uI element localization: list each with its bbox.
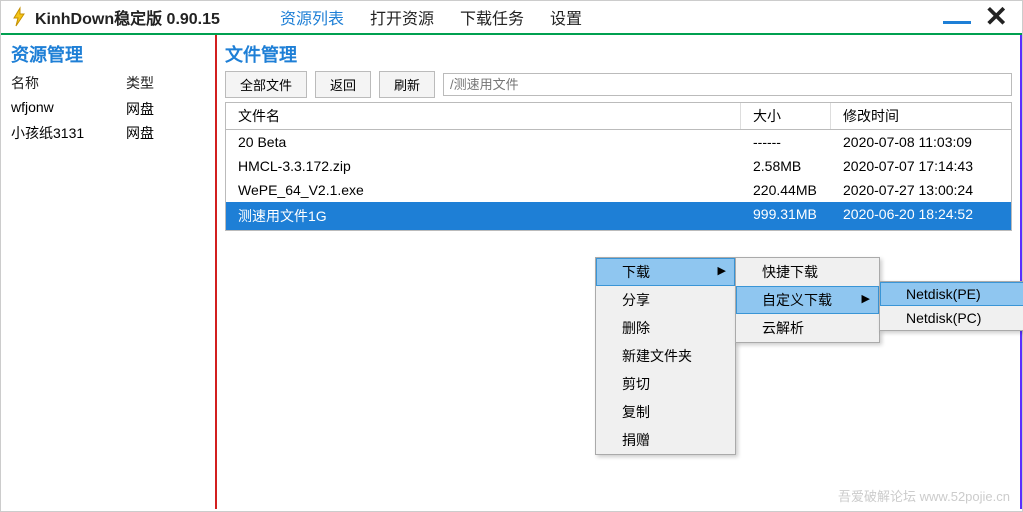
close-button[interactable]: ✕	[979, 6, 1014, 28]
context-menu: 下载 ▶ 分享 删除 新建文件夹 剪切 复制 捐赠	[595, 257, 736, 455]
nav-resource-list[interactable]: 资源列表	[280, 5, 344, 29]
sidebar: 资源管理 名称 类型 wfjonw 网盘 小孩纸3131 网盘	[1, 35, 217, 509]
context-submenu-download: 快捷下载 自定义下载 ▶ 云解析	[735, 257, 880, 343]
resource-table-header: 名称 类型	[11, 73, 205, 93]
all-files-button[interactable]: 全部文件	[225, 71, 307, 98]
file-table-header: 文件名 大小 修改时间	[226, 103, 1011, 130]
col-header-time[interactable]: 修改时间	[831, 103, 1011, 129]
col-header-type: 类型	[126, 73, 205, 93]
minimize-button[interactable]	[943, 20, 971, 24]
app-icon	[9, 5, 29, 29]
refresh-button[interactable]: 刷新	[379, 71, 435, 98]
file-time: 2020-07-27 13:00:24	[831, 180, 1011, 200]
path-input[interactable]	[443, 73, 1012, 96]
file-name: 测速用文件1G	[226, 204, 741, 228]
menu-donate[interactable]: 捐赠	[596, 426, 735, 454]
nav-download-tasks[interactable]: 下载任务	[460, 5, 524, 29]
nav-settings[interactable]: 设置	[550, 5, 582, 29]
file-row[interactable]: 测速用文件1G 999.31MB 2020-06-20 18:24:52	[226, 202, 1011, 230]
menu-share[interactable]: 分享	[596, 286, 735, 314]
back-button[interactable]: 返回	[315, 71, 371, 98]
main-panel: 文件管理 全部文件 返回 刷新 文件名 大小 修改时间 20 Beta ----…	[217, 35, 1022, 509]
window-controls: ✕	[943, 6, 1014, 28]
file-size: 2.58MB	[741, 156, 831, 176]
app-title: KinhDown稳定版 0.90.15	[35, 5, 220, 29]
main-nav: 资源列表 打开资源 下载任务 设置	[280, 5, 582, 29]
submenu-arrow-icon: ▶	[718, 264, 726, 277]
resource-type: 网盘	[126, 123, 205, 143]
resource-table: 名称 类型 wfjonw 网盘 小孩纸3131 网盘	[11, 73, 205, 145]
menu-netdisk-pc[interactable]: Netdisk(PC)	[880, 306, 1023, 330]
file-table: 文件名 大小 修改时间 20 Beta ------ 2020-07-08 11…	[225, 102, 1012, 231]
file-size: 220.44MB	[741, 180, 831, 200]
col-header-size[interactable]: 大小	[741, 103, 831, 129]
menu-label: 自定义下载	[762, 292, 832, 308]
file-time: 2020-06-20 18:24:52	[831, 204, 1011, 228]
file-row[interactable]: 20 Beta ------ 2020-07-08 11:03:09	[226, 130, 1011, 154]
file-manager-title: 文件管理	[225, 41, 1012, 67]
menu-custom-download[interactable]: 自定义下载 ▶	[736, 286, 879, 314]
file-name: WePE_64_V2.1.exe	[226, 180, 741, 200]
titlebar: KinhDown稳定版 0.90.15 资源列表 打开资源 下载任务 设置 ✕	[1, 1, 1022, 35]
file-size: 999.31MB	[741, 204, 831, 228]
app-window: KinhDown稳定版 0.90.15 资源列表 打开资源 下载任务 设置 ✕ …	[0, 0, 1023, 512]
menu-cloud-parse[interactable]: 云解析	[736, 314, 879, 342]
menu-delete[interactable]: 删除	[596, 314, 735, 342]
menu-cut[interactable]: 剪切	[596, 370, 735, 398]
context-submenu-custom: Netdisk(PE) Netdisk(PC)	[879, 281, 1023, 331]
resource-row[interactable]: 小孩纸3131 网盘	[11, 121, 205, 145]
col-header-filename[interactable]: 文件名	[226, 103, 741, 129]
file-time: 2020-07-07 17:14:43	[831, 156, 1011, 176]
menu-new-folder[interactable]: 新建文件夹	[596, 342, 735, 370]
resource-name: 小孩纸3131	[11, 123, 126, 143]
menu-label: 下载	[622, 264, 650, 280]
menu-copy[interactable]: 复制	[596, 398, 735, 426]
col-header-name: 名称	[11, 73, 126, 93]
toolbar: 全部文件 返回 刷新	[225, 71, 1012, 98]
file-size: ------	[741, 132, 831, 152]
sidebar-title: 资源管理	[11, 41, 205, 67]
menu-download[interactable]: 下载 ▶	[596, 258, 735, 286]
file-name: 20 Beta	[226, 132, 741, 152]
file-time: 2020-07-08 11:03:09	[831, 132, 1011, 152]
file-name: HMCL-3.3.172.zip	[226, 156, 741, 176]
resource-row[interactable]: wfjonw 网盘	[11, 97, 205, 121]
file-row[interactable]: HMCL-3.3.172.zip 2.58MB 2020-07-07 17:14…	[226, 154, 1011, 178]
watermark: 吾爱破解论坛 www.52pojie.cn	[838, 486, 1010, 505]
menu-netdisk-pe[interactable]: Netdisk(PE)	[880, 282, 1023, 306]
menu-quick-download[interactable]: 快捷下载	[736, 258, 879, 286]
resource-type: 网盘	[126, 99, 205, 119]
submenu-arrow-icon: ▶	[862, 292, 870, 305]
app-body: 资源管理 名称 类型 wfjonw 网盘 小孩纸3131 网盘 文件管理 全部文	[1, 35, 1022, 509]
nav-open-resource[interactable]: 打开资源	[370, 5, 434, 29]
file-row[interactable]: WePE_64_V2.1.exe 220.44MB 2020-07-27 13:…	[226, 178, 1011, 202]
resource-name: wfjonw	[11, 99, 126, 119]
